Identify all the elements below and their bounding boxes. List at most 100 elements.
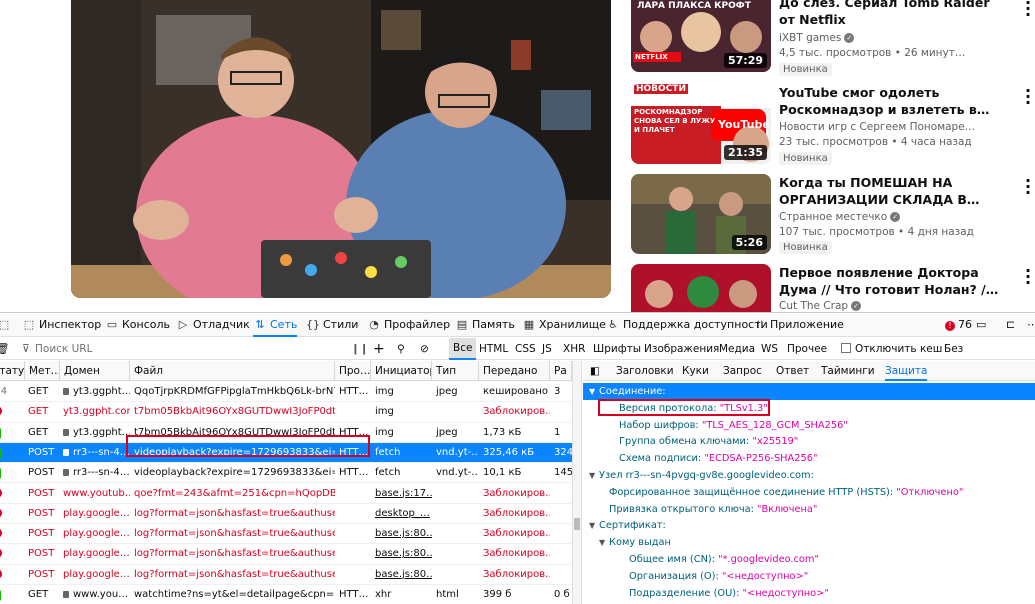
security-field[interactable]: Схема подписи: "ECDSA-P256-SHA256" (583, 450, 1035, 467)
expand-arrow-icon[interactable]: ▼ (599, 534, 609, 551)
tab-network[interactable]: ⇅ Сеть (253, 313, 298, 337)
pane-splitter[interactable] (572, 361, 582, 604)
tab-headers[interactable]: Заголовки (616, 361, 674, 381)
search-icon[interactable]: ⚲ (397, 338, 405, 360)
recommended-video[interactable]: НОВОСТИ РОСКОМНАДЗОР СНОВА СЕЛ В ЛУЖУ И … (631, 83, 1031, 165)
request-row[interactable]: 200 POST rr3---sn-4… videoplayback?expire=1… (0, 463, 572, 484)
clear-icon[interactable]: 🗑 (0, 338, 9, 360)
tab-console[interactable]: ▭ Консоль (105, 313, 170, 337)
element-picker-icon[interactable]: ⬚ (0, 313, 9, 337)
security-field[interactable]: Организация (O): "<недоступно>" (583, 568, 1035, 585)
request-init[interactable]: base.js:80… (375, 544, 432, 564)
filter-other[interactable]: Прочее (787, 338, 827, 360)
video-thumbnail[interactable]: НОВОСТИ РОСКОМНАДЗОР СНОВА СЕЛ В ЛУЖУ И … (631, 84, 771, 164)
channel-name[interactable]: iXBT games ✓ (779, 32, 855, 44)
tab-inspector[interactable]: ⬚ Инспектор (22, 313, 101, 337)
request-row[interactable]: POST play.google… log?format=json&hasfast=… (0, 504, 572, 525)
security-section[interactable]: ▼ Соединение: (583, 383, 1035, 400)
filter-ws[interactable]: WS (761, 338, 778, 360)
request-row[interactable]: 200 GET www.you… watchtime?ns=yt&el=detailp… (0, 585, 572, 604)
request-row[interactable]: POST play.google… log?format=json&hasfast=… (0, 565, 572, 585)
channel-name[interactable]: Странное местечко ✓ (779, 211, 901, 223)
more-options-icon[interactable]: · · · (1025, 264, 1031, 291)
video-title[interactable]: Первое появление Доктора Дума // Что гото… (779, 264, 1029, 298)
add-icon[interactable]: + (373, 338, 385, 360)
col-file[interactable]: Файл (130, 361, 335, 381)
tab-response[interactable]: Ответ (776, 361, 809, 381)
tab-cookies[interactable]: Куки (682, 361, 709, 381)
checkbox[interactable] (841, 343, 851, 353)
video-title[interactable]: Когда ты ПОМЕШАН НА ОРГАНИЗАЦИИ СКЛАДА В… (779, 174, 1029, 208)
expand-arrow-icon[interactable]: ▼ (589, 383, 599, 400)
security-field[interactable]: Общее имя (CN): "*.googlevideo.com" (583, 551, 1035, 568)
col-type[interactable]: Тип (432, 361, 479, 381)
security-field[interactable]: Набор шифров: "TLS_AES_128_GCM_SHA256" (583, 417, 1035, 434)
col-method[interactable]: Мет… (25, 361, 60, 381)
security-field[interactable]: Подразделение (OU): "<недоступно>" (583, 585, 1035, 602)
error-counter[interactable]: ! 76 (945, 313, 972, 337)
expand-arrow-icon[interactable]: ▼ (589, 517, 599, 534)
more-tools-icon[interactable]: ▭ (976, 313, 986, 337)
request-row[interactable]: POST www.youtub… qoe?fmt=243&afmt=251&cpn=… (0, 484, 572, 504)
tab-request[interactable]: Запрос (723, 361, 762, 381)
col-transferred[interactable]: Передано (479, 361, 550, 381)
request-init[interactable]: base.js:80… (375, 524, 432, 544)
video-thumbnail[interactable]: ЛАРА ПЛАКСА КРОФТ NETFLIX 57:29 (631, 0, 771, 72)
security-field[interactable]: Группа обмена ключами: "x25519" (583, 433, 1035, 450)
disable-cache-toggle[interactable]: Отключить кеш (841, 338, 942, 360)
request-row[interactable]: GET yt3.ggpht.com t7bm05BkbAit96OYx8GUTDww… (0, 402, 572, 423)
more-options-icon[interactable]: · · · (1025, 173, 1031, 201)
col-protocol[interactable]: Про… (335, 361, 371, 381)
request-row[interactable]: POST play.google… log?format=json&hasfast=… (0, 524, 572, 545)
tab-storage[interactable]: ▦ Хранилище (522, 313, 606, 337)
channel-name[interactable]: Cut The Crap ✓ (779, 300, 862, 312)
request-row[interactable]: 304 GET yt3.ggpht… QqoTjrpKRDMfGFPipglaTmHk… (0, 382, 572, 403)
filter-media[interactable]: Медиа (719, 338, 755, 360)
tab-application[interactable]: ⁞⁞ Приложение (753, 313, 844, 337)
more-options-icon[interactable]: · · · (1025, 0, 1031, 23)
col-initiator[interactable]: Инициатор (371, 361, 432, 381)
expand-arrow-icon[interactable]: ▼ (589, 467, 599, 484)
filter-images[interactable]: Изображения (644, 338, 719, 360)
recommended-video[interactable]: Первое появление Доктора Дума // Что гото… (631, 264, 1031, 312)
tab-security[interactable]: Защита (885, 361, 928, 381)
url-filter-input[interactable]: Поиск URL (35, 338, 335, 360)
filter-html[interactable]: HTML (479, 338, 508, 360)
video-title[interactable]: YouTube смог одолеть Роскомнадзор и взлет… (779, 84, 1029, 118)
request-init[interactable]: base.js:17… (375, 484, 432, 504)
recommended-video[interactable]: ЛАРА ПЛАКСА КРОФТ NETFLIX 57:29 До слез.… (631, 0, 1031, 76)
security-section[interactable]: ▼ Кому выдан (583, 534, 1035, 551)
security-section[interactable]: ▼ Сертификат: (583, 517, 1035, 534)
col-size[interactable]: Ра (550, 361, 572, 381)
tab-styles[interactable]: {} Стили (306, 313, 358, 337)
filter-all[interactable]: Все (449, 338, 477, 360)
tab-timings[interactable]: Тайминги (821, 361, 875, 381)
security-section[interactable]: ▼ Узел rr3---sn-4pvgq-gv8e.googlevideo.co… (583, 467, 1035, 484)
security-field[interactable]: Привязка открытого ключа: "Включена" (583, 501, 1035, 518)
video-player[interactable] (71, 0, 611, 298)
video-thumbnail[interactable]: 5:26 (631, 174, 771, 254)
security-field[interactable]: Форсированное защищённое соединение HTTP… (583, 484, 1035, 501)
filter-js[interactable]: JS (542, 338, 552, 360)
tab-profiler[interactable]: ◔ Профайлер (367, 313, 450, 337)
recommended-video[interactable]: 5:26 Когда ты ПОМЕШАН НА ОРГАНИЗАЦИИ СКЛА… (631, 173, 1031, 254)
video-thumbnail[interactable] (631, 264, 771, 312)
channel-name[interactable]: Новости игр с Сергеем Пономаре… (779, 121, 975, 133)
request-init[interactable]: desktop_… (375, 504, 432, 524)
tab-debugger[interactable]: ▷ Отладчик (176, 313, 250, 337)
filter-xhr[interactable]: XHR (563, 338, 585, 360)
request-init[interactable]: base.js:80… (375, 565, 432, 585)
video-title[interactable]: До слез. Сериал Tomb Raider от Netflix (779, 0, 1029, 28)
scrollbar-thumb[interactable] (574, 518, 580, 530)
filter-fonts[interactable]: Шрифты (593, 338, 641, 360)
tab-accessibility[interactable]: ♿ Поддержка доступности (606, 313, 768, 337)
filter-css[interactable]: CSS (515, 338, 536, 360)
pause-icon[interactable]: ❙❙ (351, 338, 369, 360)
block-icon[interactable]: ⊘ (420, 338, 429, 360)
panel-toggle-icon[interactable]: ◧ (590, 361, 600, 381)
tab-memory[interactable]: ▤ Память (455, 313, 515, 337)
dock-icon[interactable]: ⊏ (1006, 313, 1015, 337)
throttle-select[interactable]: Без ограничения ⇕ (944, 338, 1035, 377)
col-domain[interactable]: Домен (60, 361, 130, 381)
more-options-icon[interactable]: · · · (1025, 83, 1031, 111)
